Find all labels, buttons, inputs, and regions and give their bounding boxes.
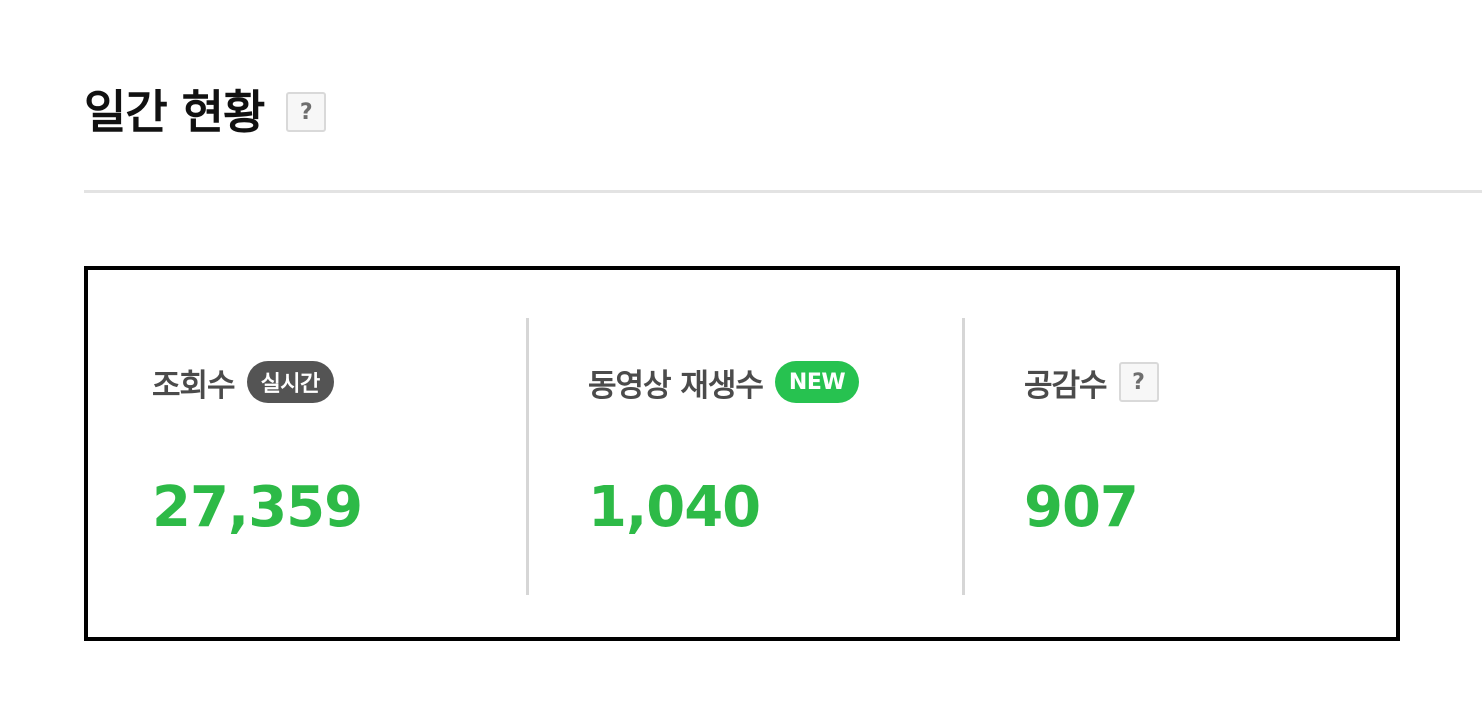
realtime-badge: 실시간 — [246, 361, 334, 403]
stat-likes: 공감수 ? 907 — [962, 270, 1396, 637]
new-badge: NEW — [774, 361, 860, 403]
page-title: 일간 현황 — [84, 85, 265, 139]
stat-label-row: 조회수 실시간 — [152, 358, 334, 406]
stat-label: 조회수 — [152, 367, 236, 404]
stat-value: 1,040 — [588, 475, 761, 540]
stat-label: 공감수 — [1024, 367, 1108, 404]
question-mark-icon[interactable]: ? — [286, 92, 327, 132]
page-header: 일간 현황 ? — [84, 62, 327, 162]
daily-stats-panel: 조회수 실시간 27,359 동영상 재생수 NEW 1,040 공감수 ? 9… — [84, 266, 1400, 641]
stat-label: 동영상 재생수 — [588, 367, 764, 404]
stat-label-row: 공감수 ? — [1024, 358, 1159, 406]
stat-video-plays: 동영상 재생수 NEW 1,040 — [526, 270, 962, 637]
header-divider — [84, 190, 1482, 193]
stat-value: 27,359 — [152, 475, 363, 540]
stat-views: 조회수 실시간 27,359 — [88, 270, 526, 637]
stat-value: 907 — [1024, 475, 1139, 540]
question-mark-icon[interactable]: ? — [1118, 362, 1159, 402]
stat-label-row: 동영상 재생수 NEW — [588, 358, 860, 406]
